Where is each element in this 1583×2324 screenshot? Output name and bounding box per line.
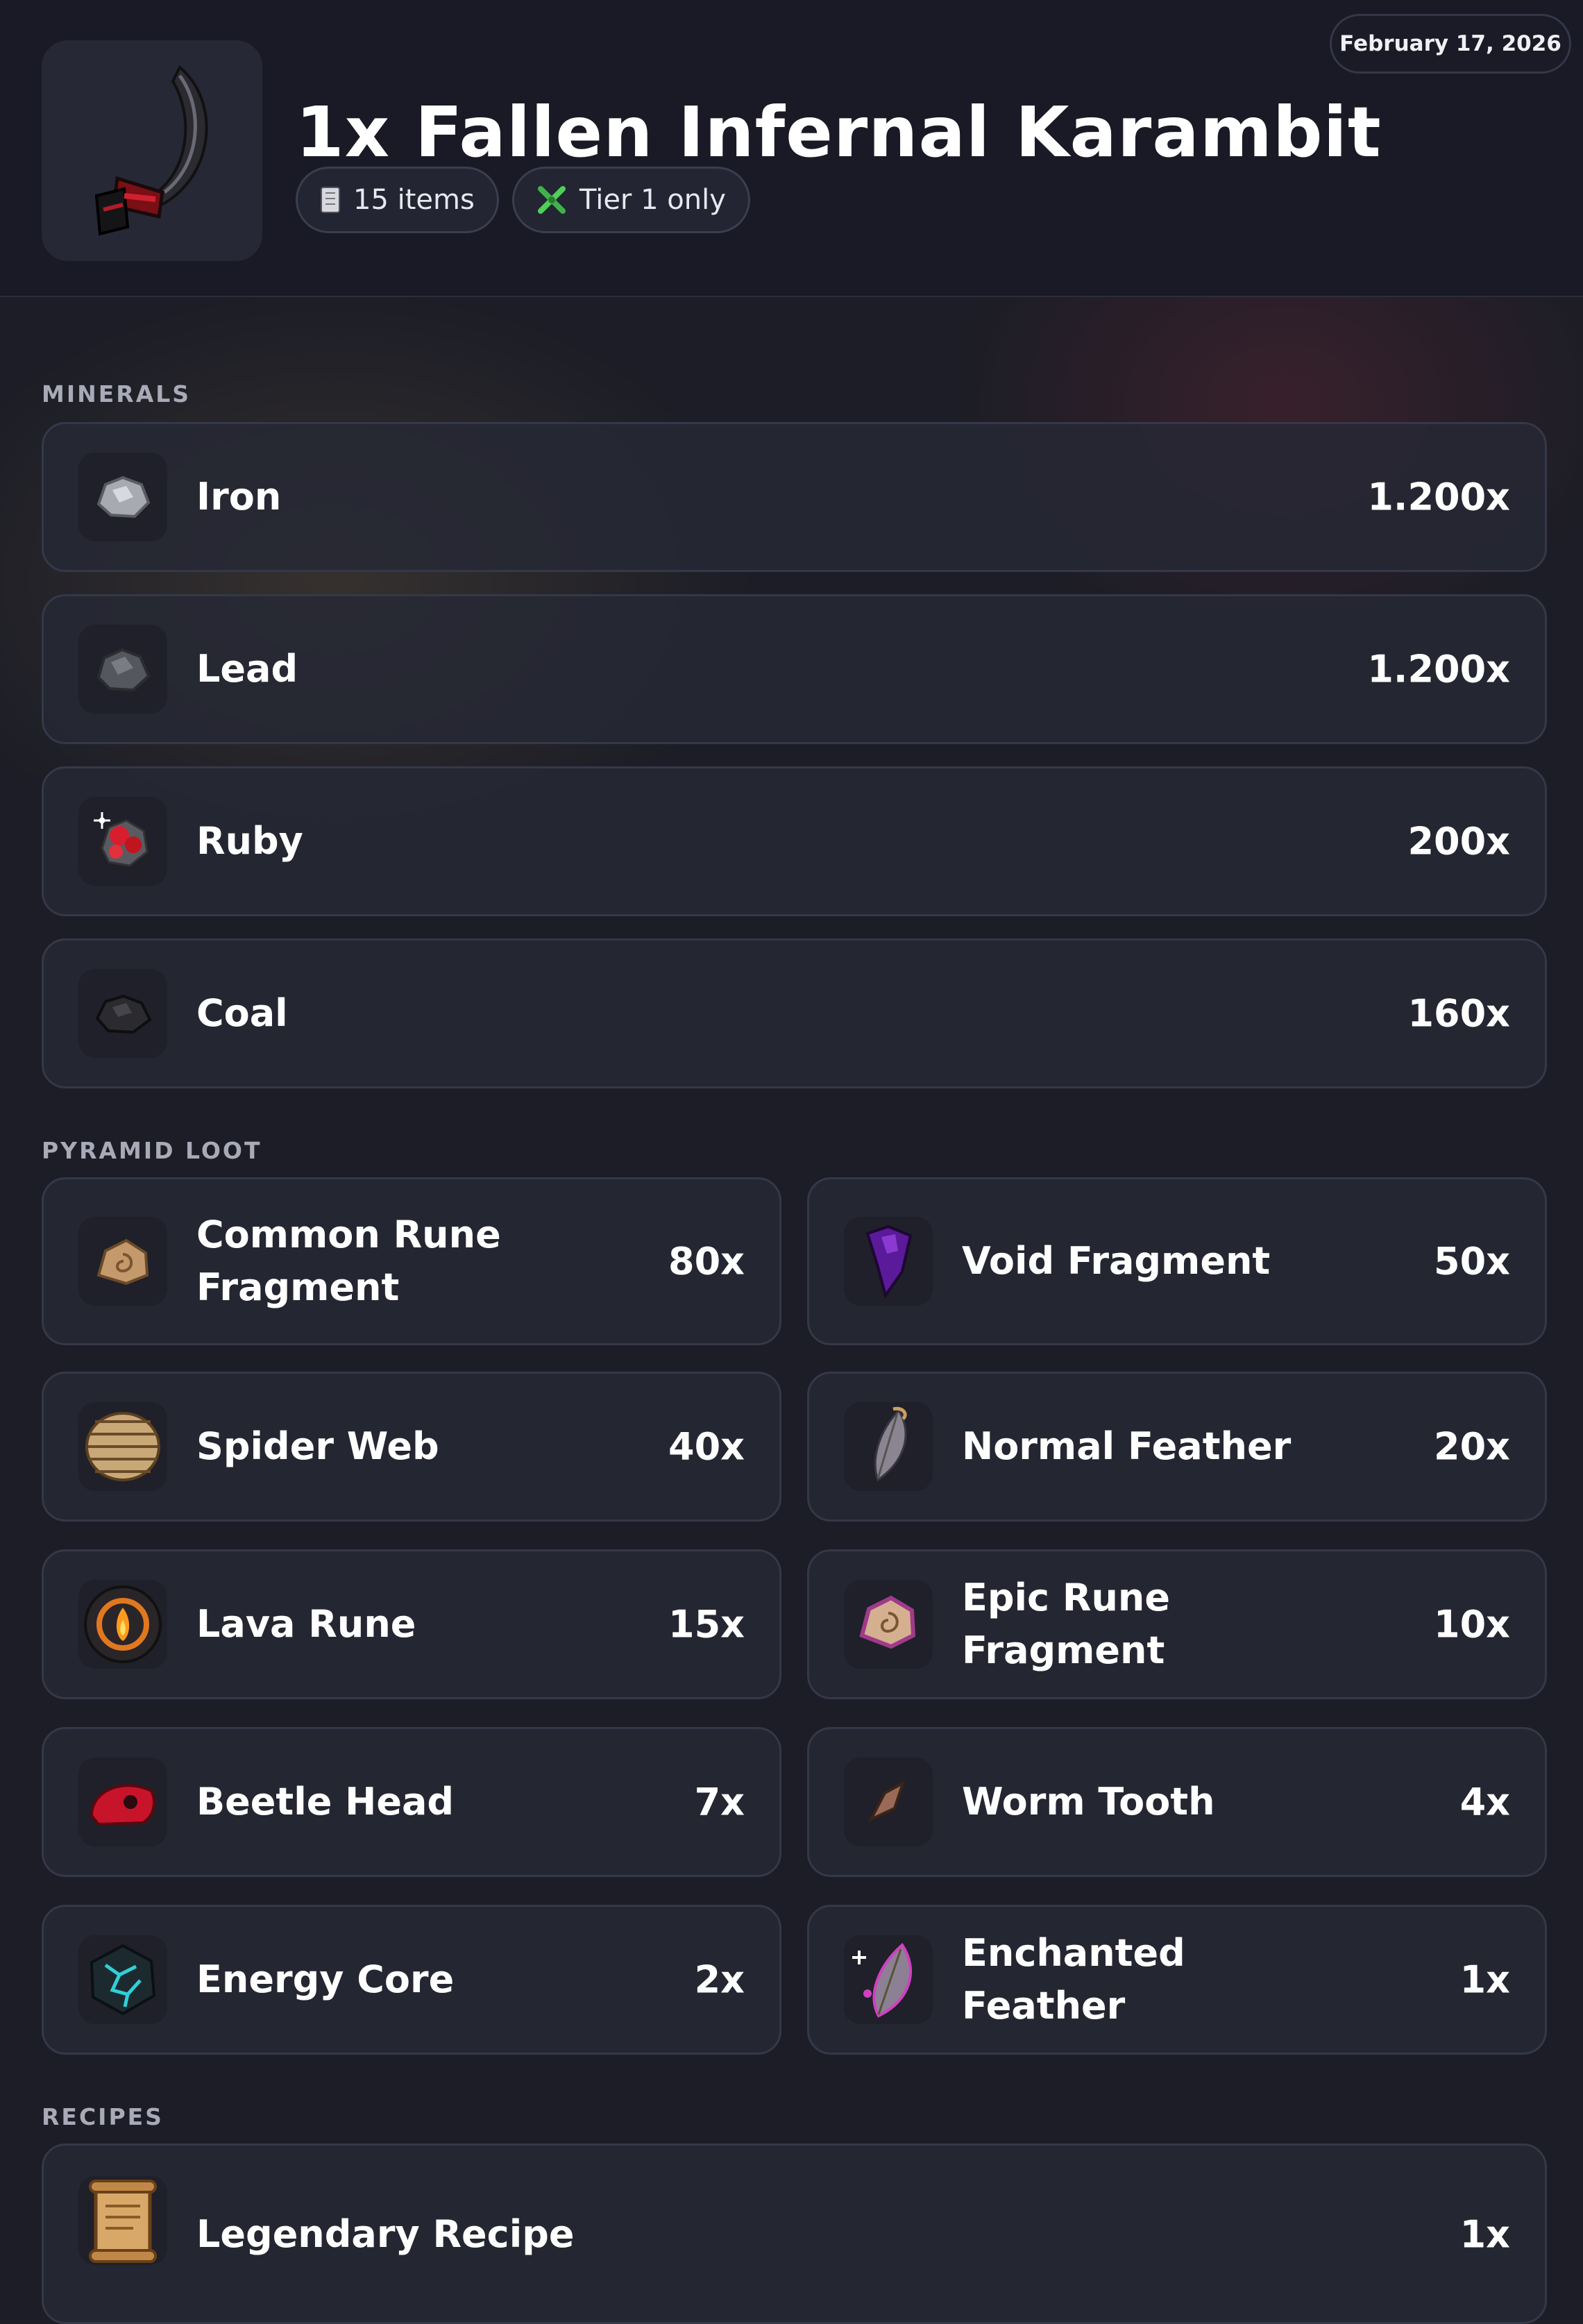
section-label-pyramid-loot: PYRAMID LOOT [42,1137,262,1164]
ruby-icon [78,797,167,886]
item-quantity: 80x [668,1239,745,1283]
worm-tooth-icon [844,1758,933,1846]
item-card-beetle-head: Beetle Head 7x [42,1727,781,1877]
beetle-head-icon [78,1758,167,1846]
item-name: Lava Rune [196,1602,416,1646]
item-name: Common Rune Fragment [196,1213,501,1309]
tools-icon [536,185,567,215]
scroll-icon [78,2176,167,2265]
item-name: Ruby [196,819,303,863]
item-card-ruby: Ruby 200x [42,766,1547,916]
energy-core-icon [78,1935,167,2024]
item-card-normal-feather: Normal Feather 20x [807,1372,1547,1522]
item-quantity: 40x [668,1424,745,1469]
common-rune-fragment-icon [78,1217,167,1306]
item-name: Lead [196,647,298,691]
enchanted-feather-icon [844,1935,933,2024]
item-name: Iron [196,475,282,519]
item-quantity: 1.200x [1367,475,1510,519]
karambit-icon [42,40,262,261]
page-header: 1x Fallen Infernal Karambit 15 items Tie… [0,0,1583,297]
item-card-worm-tooth: Worm Tooth 4x [807,1727,1547,1877]
void-fragment-icon [844,1217,933,1306]
item-quantity: 20x [1434,1424,1510,1469]
item-card-spider-web: Spider Web 40x [42,1372,781,1522]
item-name: Legendary Recipe [196,2212,575,2256]
epic-rune-fragment-icon [844,1580,933,1669]
item-count-label: 15 items [353,184,475,216]
item-name: Void Fragment [962,1239,1271,1283]
spider-web-icon [78,1402,167,1491]
feather-icon [844,1402,933,1491]
item-name: Spider Web [196,1424,439,1468]
page-title: 1x Fallen Infernal Karambit [296,92,1382,173]
item-quantity: 4x [1459,1780,1510,1824]
item-card-void-fragment: Void Fragment 50x [807,1177,1547,1345]
item-quantity: 160x [1407,991,1510,1036]
section-label-minerals: MINERALS [42,380,192,407]
item-quantity: 2x [694,1957,745,2002]
date-badge: February 17, 2026 [1330,14,1571,74]
item-quantity: 1.200x [1367,647,1510,691]
section-label-recipes: RECIPES [42,2103,164,2130]
iron-ore-icon [78,453,167,541]
item-card-lava-rune: Lava Rune 15x [42,1549,781,1699]
document-icon [320,186,341,214]
item-card-energy-core: Energy Core 2x [42,1905,781,2055]
item-name: Epic Rune Fragment [962,1576,1170,1672]
item-quantity: 1x [1459,2212,1510,2257]
item-card-epic-rune-fragment: Epic Rune Fragment 10x [807,1549,1547,1699]
item-count-chip: 15 items [296,167,499,233]
item-name: Beetle Head [196,1780,455,1824]
item-card-coal: Coal 160x [42,938,1547,1088]
item-quantity: 200x [1407,819,1510,864]
item-name: Coal [196,991,288,1035]
lava-rune-icon [78,1580,167,1669]
item-name: Worm Tooth [962,1780,1215,1824]
lead-ore-icon [78,625,167,714]
item-quantity: 10x [1434,1602,1510,1647]
tier-filter-label: Tier 1 only [579,184,726,216]
item-card-enchanted-feather: Enchanted Feather 1x [807,1905,1547,2055]
item-quantity: 7x [694,1780,745,1824]
item-name: Normal Feather [962,1424,1292,1468]
item-card-common-rune-fragment: Common Rune Fragment 80x [42,1177,781,1345]
item-card-legendary-recipe: Legendary Recipe 1x [42,2144,1547,2324]
item-card-lead: Lead 1.200x [42,594,1547,744]
item-quantity: 50x [1434,1239,1510,1283]
coal-icon [78,969,167,1058]
item-quantity: 1x [1459,1957,1510,2002]
item-name: Enchanted Feather [962,1931,1185,2028]
item-name: Energy Core [196,1957,455,2001]
tier-filter-chip: Tier 1 only [512,167,750,233]
item-quantity: 15x [668,1602,745,1647]
item-card-iron: Iron 1.200x [42,422,1547,572]
